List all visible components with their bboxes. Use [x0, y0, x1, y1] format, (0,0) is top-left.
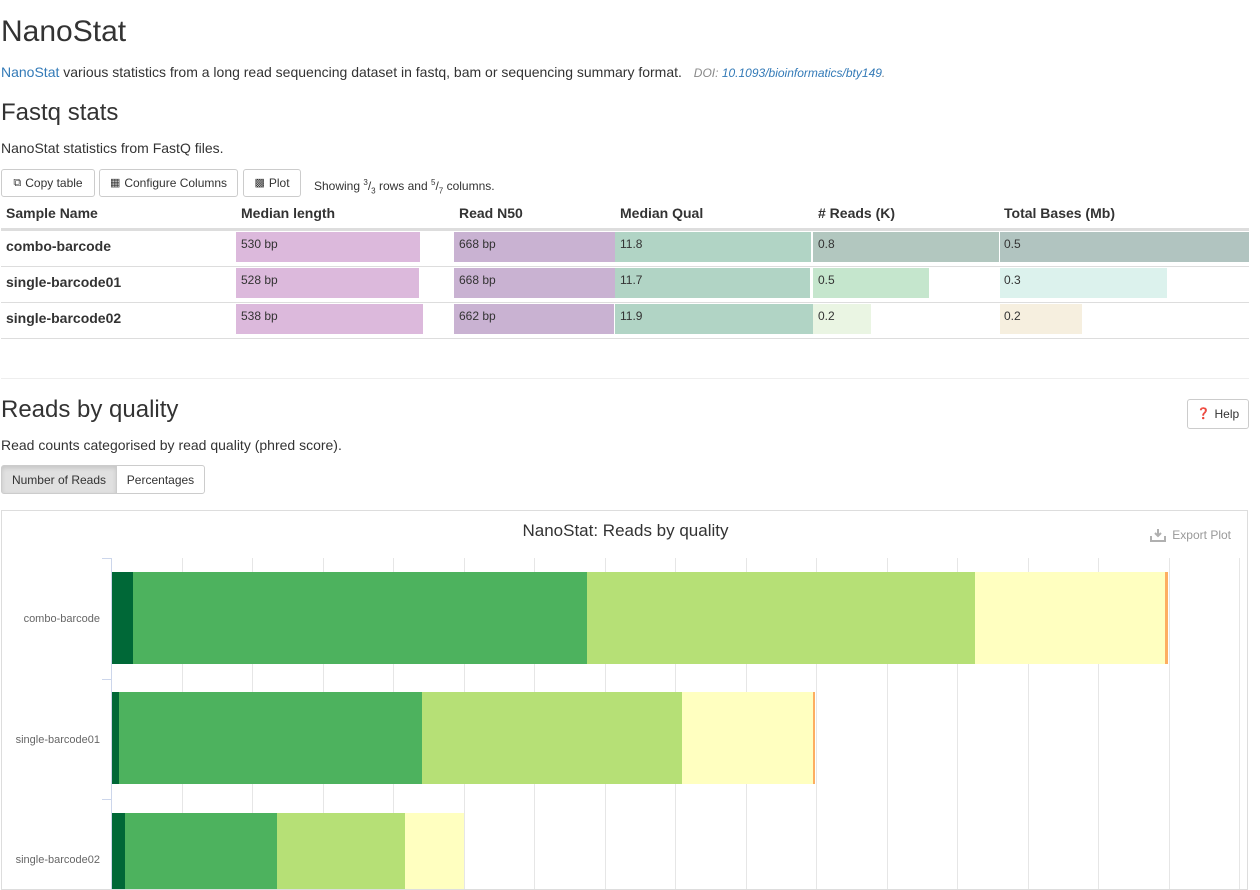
bar-segment[interactable] [112, 692, 120, 784]
value-bar [615, 268, 810, 298]
configure-columns-button[interactable]: ▦ Configure Columns [99, 169, 238, 197]
y-tick-label: single-barcode01 [15, 734, 100, 746]
tab-number-of-reads[interactable]: Number of Reads [1, 465, 117, 494]
cell-reads-k: 0.5 [818, 273, 835, 287]
table-showing-count: Showing 3/3 rows and 5/7 columns. [314, 178, 495, 196]
bar-segment[interactable] [422, 692, 682, 784]
table-row: single-barcode01 528 bp 668 bp 11.7 0.5 0.3 [1, 266, 1249, 303]
cell-median-length: 538 bp [241, 309, 278, 323]
cell-read-n50: 668 bp [459, 237, 496, 251]
bar-segment[interactable] [112, 572, 134, 664]
bar-segment[interactable] [587, 572, 975, 664]
y-tick [102, 799, 111, 800]
cell-total-bases: 0.5 [1004, 237, 1021, 251]
cell-median-qual: 11.7 [620, 273, 643, 287]
y-tick-label: combo-barcode [23, 613, 100, 625]
y-tick-label: single-barcode02 [15, 854, 100, 866]
cell-reads-k: 0.2 [818, 309, 835, 323]
cell-median-qual: 11.9 [620, 309, 643, 323]
reads-by-quality-plot: NanoStat: Reads by quality Export Plot c… [1, 510, 1248, 890]
bar-segment[interactable] [681, 692, 813, 784]
reads-by-quality-heading: Reads by quality [1, 396, 179, 423]
value-bar [1000, 232, 1249, 262]
page-title: NanoStat [1, 15, 127, 48]
help-button[interactable]: ❓ Help [1187, 399, 1249, 429]
cell-median-qual: 11.8 [620, 237, 643, 251]
bar-segment[interactable] [133, 572, 588, 664]
bar-segment[interactable] [1165, 572, 1169, 664]
cell-reads-k: 0.8 [818, 237, 835, 251]
value-bar [615, 304, 813, 334]
y-tick [102, 558, 111, 559]
cell-median-length: 528 bp [241, 273, 278, 287]
tab-percentages[interactable]: Percentages [116, 465, 205, 494]
value-bar [615, 232, 811, 262]
cell-total-bases: 0.3 [1004, 273, 1021, 287]
bar-segment[interactable] [119, 692, 423, 784]
column-header-median-length[interactable]: Median length [241, 205, 335, 221]
section-divider [1, 378, 1249, 379]
sample-name-cell: combo-barcode [6, 238, 112, 254]
download-icon [1150, 529, 1167, 542]
bar-segment[interactable] [112, 813, 125, 889]
module-intro: NanoStat various statistics from a long … [1, 63, 885, 82]
bar-segment[interactable] [276, 813, 406, 889]
table-header: Sample Name Median length Read N50 Media… [1, 202, 1249, 231]
column-header-sample[interactable]: Sample Name [6, 205, 98, 221]
intro-text: various statistics from a long read sequ… [59, 64, 682, 80]
bar-segment[interactable] [405, 813, 465, 889]
value-bar [1000, 268, 1167, 298]
column-header-median-qual[interactable]: Median Qual [620, 205, 703, 221]
quality-description: Read counts categorised by read quality … [1, 437, 342, 453]
column-header-total-bases[interactable]: Total Bases (Mb) [1004, 205, 1115, 221]
cell-total-bases: 0.2 [1004, 309, 1021, 323]
fastq-description: NanoStat statistics from FastQ files. [1, 140, 224, 156]
export-plot-button[interactable]: Export Plot [1150, 528, 1231, 542]
table-row: combo-barcode 530 bp 668 bp 11.8 0.8 0.5 [1, 230, 1249, 267]
cell-read-n50: 662 bp [459, 309, 496, 323]
fastq-stats-heading: Fastq stats [1, 99, 119, 126]
column-header-read-n50[interactable]: Read N50 [459, 205, 523, 221]
question-circle-icon: ❓ [1196, 407, 1211, 420]
bar-segment[interactable] [124, 813, 277, 889]
bar-segment[interactable] [812, 692, 815, 784]
cell-read-n50: 668 bp [459, 273, 496, 287]
gridline [1168, 558, 1170, 889]
gridline [1239, 558, 1240, 889]
table-row: single-barcode02 538 bp 662 bp 11.9 0.2 0.2 [1, 302, 1249, 339]
bar-segment[interactable] [974, 572, 1166, 664]
sample-name-cell: single-barcode02 [6, 310, 122, 326]
sample-name-cell: single-barcode01 [6, 274, 122, 290]
y-tick [102, 678, 111, 680]
plot-button[interactable]: ▩ Plot [243, 169, 301, 197]
copy-table-button[interactable]: ⧉ Copy table [1, 169, 95, 197]
cell-median-length: 530 bp [241, 237, 278, 251]
column-header-reads[interactable]: # Reads (K) [818, 205, 895, 221]
plot-title: NanoStat: Reads by quality [522, 521, 729, 540]
grid-icon: ▦ [109, 176, 121, 189]
nanostat-link[interactable]: NanoStat [1, 64, 59, 80]
doi-label: DOI: 10.1093/bioinformatics/bty149. [693, 66, 886, 80]
value-bar [813, 232, 999, 262]
copy-icon: ⧉ [13, 176, 22, 189]
bar-chart-icon: ▩ [254, 176, 265, 189]
doi-link[interactable]: 10.1093/bioinformatics/bty149 [722, 66, 882, 80]
